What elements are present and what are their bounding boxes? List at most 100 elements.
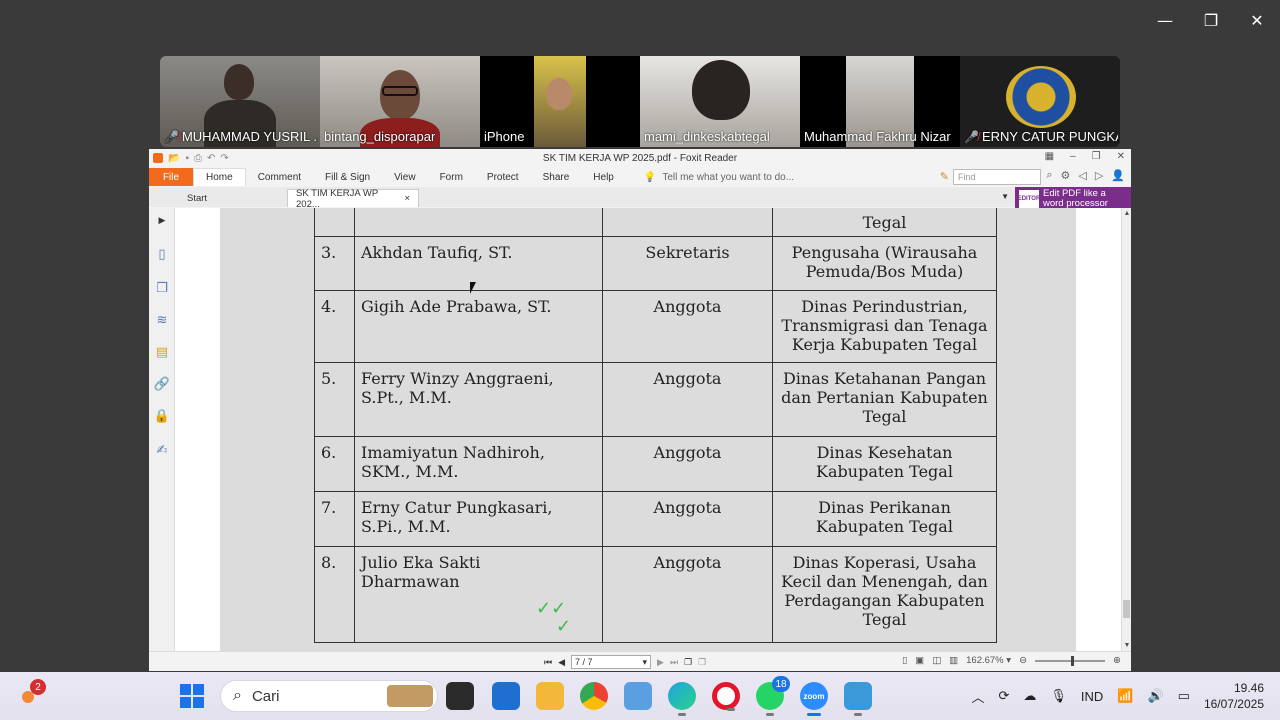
tab-form[interactable]: Form xyxy=(428,168,475,186)
edge-icon[interactable] xyxy=(668,682,696,716)
whatsapp-icon[interactable]: 18 xyxy=(756,676,790,716)
undo-icon[interactable]: ↶ xyxy=(207,153,215,164)
foxit-close-button[interactable]: ✕ xyxy=(1117,151,1125,162)
tab-view[interactable]: View xyxy=(382,168,428,186)
wifi-icon[interactable]: 📶 xyxy=(1117,688,1133,704)
user-icon[interactable]: 👤 xyxy=(1111,169,1125,182)
tell-me-box[interactable]: 💡 Tell me what you want to do... xyxy=(644,172,794,183)
tab-share[interactable]: Share xyxy=(531,168,582,186)
view-pages-icon[interactable]: ❐ xyxy=(684,657,692,668)
close-tab-icon[interactable]: × xyxy=(404,193,410,204)
cloud-off-icon[interactable]: ☁ xyxy=(1023,688,1036,704)
scroll-up-icon[interactable]: ▲ xyxy=(1122,210,1131,217)
edit-pdf-promo[interactable]: EDITOR Edit PDF like a word processor xyxy=(1015,187,1131,210)
clock[interactable]: 19.46 16/07/2025 xyxy=(1204,680,1264,712)
tab-file[interactable]: File xyxy=(149,168,193,186)
zoom-slider[interactable] xyxy=(1035,655,1106,666)
continuous-facing-icon[interactable]: ▥ xyxy=(949,655,958,666)
page-number-input[interactable]: 7 / 7 ▾ xyxy=(571,655,652,669)
search-highlight-image xyxy=(387,685,433,707)
minimize-button[interactable]: — xyxy=(1142,0,1188,40)
file-explorer-icon[interactable] xyxy=(536,682,564,710)
open-icon[interactable]: 📂 xyxy=(168,153,180,164)
lock-icon[interactable]: 🔒 xyxy=(154,408,170,424)
close-button[interactable]: ✕ xyxy=(1234,0,1280,40)
restore-button[interactable]: ❐ xyxy=(1188,0,1234,40)
title-bar: 📂 ▪ ⎙ ↶ ↷ SK TIM KERJA WP 2025.pdf - Fox… xyxy=(149,149,1131,167)
volume-icon[interactable]: 🔊 xyxy=(1147,688,1163,704)
tab-help[interactable]: Help xyxy=(581,168,626,186)
layout-icon[interactable]: ▦ xyxy=(1045,151,1054,162)
participant-tile[interactable]: iPhone xyxy=(480,56,640,147)
tab-fill-sign[interactable]: Fill & Sign xyxy=(313,168,382,186)
single-page-icon[interactable]: ▯ xyxy=(902,655,907,666)
comments-icon[interactable]: ▤ xyxy=(154,344,170,360)
scroll-down-icon[interactable]: ▼ xyxy=(1122,642,1131,649)
participant-tile[interactable]: mami_dinkeskabtegal xyxy=(640,56,800,147)
zoom-level[interactable]: 162.67% ▾ xyxy=(966,655,1011,666)
glasses-shape xyxy=(382,86,418,96)
microsoft-store-icon[interactable] xyxy=(492,682,520,710)
gear-icon[interactable]: ⚙ xyxy=(1060,169,1070,182)
table-row: 7. Erny Catur Pungkasari, S.Pi., M.M. Ang… xyxy=(314,491,997,547)
back-icon[interactable]: ◁ xyxy=(1078,169,1086,182)
language-indicator[interactable]: IND xyxy=(1081,689,1103,704)
next-page-icon[interactable]: ▶ xyxy=(657,657,664,668)
scroll-thumb[interactable] xyxy=(1123,600,1130,618)
app-icon[interactable] xyxy=(624,682,652,710)
participant-tile-active[interactable]: bintang_disporapar xyxy=(320,56,480,147)
find-options-icon[interactable]: ✎ xyxy=(940,170,949,183)
facing-page-icon[interactable]: ◫ xyxy=(932,655,941,666)
forward-icon[interactable]: ▷ xyxy=(1095,169,1103,182)
search-icon[interactable]: ⌕ xyxy=(1046,169,1052,182)
taskbar-search[interactable]: ⌕ Cari xyxy=(220,680,438,712)
zoom-app-icon[interactable]: zoom xyxy=(800,682,828,716)
foxit-restore-button[interactable]: ❐ xyxy=(1092,151,1101,162)
vertical-scrollbar[interactable]: ▲ ▼ xyxy=(1121,208,1131,651)
table-row: Tegal xyxy=(314,208,997,237)
continuous-page-icon[interactable]: ▣ xyxy=(915,655,924,666)
tab-home[interactable]: Home xyxy=(193,168,246,186)
participant-tile[interactable]: 🎤̸ERNY CATUR PUNGKA... xyxy=(960,56,1120,147)
last-page-icon[interactable]: ⏭ xyxy=(670,657,678,668)
notification-widget[interactable]: 2 xyxy=(18,679,48,709)
chevron-down-icon[interactable]: ▼ xyxy=(1001,192,1009,201)
document-viewer[interactable]: Tegal 3. Akhdan Taufiq, ST. Sekretaris P… xyxy=(175,208,1131,651)
participant-tile[interactable]: 🎤̸ MUHAMMAD YUSRIL ... xyxy=(160,56,320,147)
layers-icon[interactable]: ≋ xyxy=(154,312,170,328)
save-icon[interactable]: ▪ xyxy=(185,153,189,164)
left-navigation-panel: ▶ ▯ ❐ ≋ ▤ 🔗 🔒 ✍ xyxy=(149,208,175,651)
redo-icon[interactable]: ↷ xyxy=(220,153,228,164)
pages-icon[interactable]: ❐ xyxy=(154,280,170,296)
prev-page-icon[interactable]: ◀ xyxy=(558,657,565,668)
document-tabs: Start SK TIM KERJA WP 202... × ▼ EDITOR … xyxy=(149,187,1131,210)
view-pages-alt-icon[interactable]: ❐ xyxy=(698,657,706,668)
microphone-icon[interactable]: 🎙 xyxy=(1050,688,1067,704)
attachment-icon[interactable]: 🔗 xyxy=(154,376,170,392)
tab-comment[interactable]: Comment xyxy=(246,168,313,186)
expand-panel-icon[interactable]: ▶ xyxy=(154,212,170,228)
start-button[interactable] xyxy=(180,684,204,708)
first-page-icon[interactable]: ⏮ xyxy=(544,657,552,668)
chevron-up-icon[interactable]: ︿ xyxy=(971,687,984,706)
zoom-out-icon[interactable]: ⊖ xyxy=(1019,655,1027,666)
battery-icon[interactable]: ▭ xyxy=(1178,688,1190,704)
chrome-icon[interactable] xyxy=(580,682,608,710)
institution-cell: Pengusaha (Wirausaha Pemuda/Bos Muda) xyxy=(772,236,997,291)
tab-protect[interactable]: Protect xyxy=(475,168,531,186)
opera-icon[interactable] xyxy=(712,682,740,711)
participant-tile[interactable]: Muhammad Fakhru Nizar xyxy=(800,56,960,147)
tab-start[interactable]: Start xyxy=(179,189,287,207)
foxit-minimize-button[interactable]: – xyxy=(1070,151,1076,162)
zoom-in-icon[interactable]: ⊕ xyxy=(1113,655,1121,666)
sync-icon[interactable]: ⟳ xyxy=(998,688,1009,704)
zoom-slider-knob[interactable] xyxy=(1071,655,1075,666)
signature-icon[interactable]: ✍ xyxy=(154,442,170,458)
find-input[interactable]: Find xyxy=(953,169,1041,185)
control-panel-icon[interactable] xyxy=(844,682,872,716)
tab-document[interactable]: SK TIM KERJA WP 202... × xyxy=(287,188,419,210)
print-icon[interactable]: ⎙ xyxy=(194,153,202,164)
bookmark-icon[interactable]: ▯ xyxy=(154,246,170,262)
task-view-icon[interactable] xyxy=(446,682,474,710)
chevron-down-icon: ▾ xyxy=(642,656,648,667)
